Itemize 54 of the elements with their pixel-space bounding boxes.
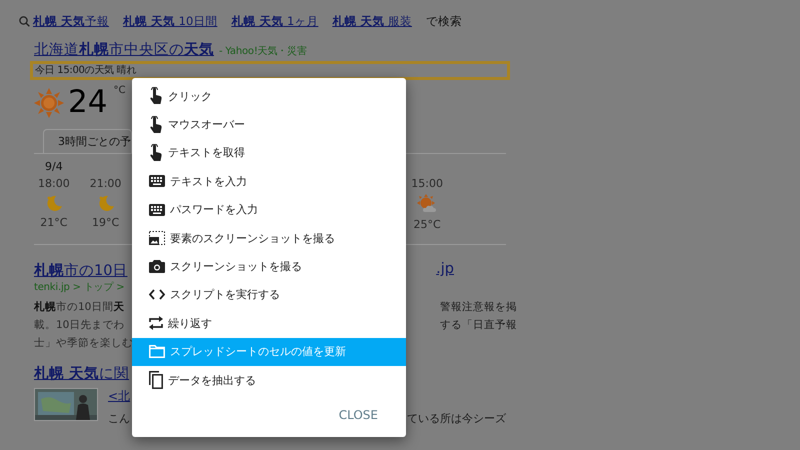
pointer-hand-icon bbox=[149, 144, 163, 162]
folder-icon bbox=[149, 345, 165, 358]
snippet-text: こん bbox=[108, 411, 130, 426]
moon-icon bbox=[44, 194, 63, 212]
suggestion-link[interactable]: 札幌 天気 10日間 bbox=[123, 14, 218, 28]
forecast-time: 18:00 bbox=[38, 177, 70, 190]
result-source: - Yahoo!天気・災害 bbox=[219, 44, 307, 58]
menu-item[interactable]: テキストを入力 bbox=[132, 167, 406, 196]
forecast-time: 21:00 bbox=[90, 177, 122, 190]
snippet-text: する「日直予報 bbox=[440, 318, 517, 333]
snippet-text: 札幌市の10日間天 bbox=[34, 300, 126, 315]
forecast-time: 15:00 bbox=[411, 177, 443, 190]
sun-cloud-icon bbox=[417, 194, 438, 214]
snippet-text: 士」や季節を楽しむ bbox=[34, 336, 133, 351]
snippet-text: 載。10日先までわ bbox=[34, 318, 126, 333]
temperature: 24 bbox=[68, 85, 108, 119]
keyboard-icon bbox=[149, 204, 165, 216]
search-suffix: で検索 bbox=[426, 14, 462, 28]
screenshot-frame-icon bbox=[149, 231, 165, 246]
weather-summary: 今日 15:00の天気 晴れ bbox=[35, 65, 136, 76]
keyboard-icon bbox=[149, 175, 165, 188]
menu-item[interactable]: クリック bbox=[132, 82, 406, 110]
forecast-temperature: 21°C bbox=[40, 216, 68, 229]
forecast-date: 9/4 bbox=[45, 160, 63, 173]
moon-icon bbox=[96, 194, 115, 212]
close-button[interactable]: CLOSE bbox=[330, 402, 386, 428]
snippet-text: 警報注意報を掲 bbox=[440, 300, 517, 315]
result-breadcrumb: tenki.jp > トップ > bbox=[34, 280, 124, 294]
code-icon bbox=[149, 289, 165, 300]
pointer-hand-icon bbox=[149, 87, 163, 106]
forecast-tab[interactable]: 3時間ごとの予 bbox=[43, 129, 132, 153]
menu-item[interactable]: マウスオーバー bbox=[132, 110, 406, 139]
copy-icon bbox=[149, 371, 163, 390]
menu-item[interactable]: スクリーンショットを撮る bbox=[132, 252, 406, 281]
menu-item[interactable]: 要素のスクリーンショットを撮る bbox=[132, 224, 406, 252]
camera-icon bbox=[149, 260, 165, 274]
menu-item[interactable]: スクリプトを実行する bbox=[132, 280, 406, 310]
snippet-text: ている所は今シーズ bbox=[407, 411, 506, 426]
pointer-hand-icon bbox=[149, 116, 163, 134]
repeat-icon bbox=[149, 315, 163, 332]
temperature-unit: °C bbox=[113, 85, 126, 96]
menu-item[interactable]: パスワードを入力 bbox=[132, 196, 406, 224]
menu-item[interactable]: データを抽出する bbox=[132, 366, 406, 394]
menu-item[interactable]: 繰り返す bbox=[132, 309, 406, 338]
sun-icon bbox=[34, 88, 64, 118]
suggestion-link[interactable]: 札幌 天気予報 bbox=[33, 14, 110, 28]
menu-item[interactable]: スプレッドシートのセルの値を更新 bbox=[132, 338, 406, 366]
result-title-link[interactable]: .jp bbox=[436, 261, 454, 280]
menu-item[interactable]: テキストを取得 bbox=[132, 138, 406, 168]
search-icon bbox=[19, 16, 30, 26]
suggestion-link[interactable]: 札幌 天気 1ヶ月 bbox=[231, 14, 318, 28]
forecast-temperature: 25°C bbox=[414, 218, 441, 231]
suggestion-link[interactable]: 札幌 天気 服装 bbox=[332, 14, 412, 28]
forecast-temperature: 19°C bbox=[92, 216, 120, 229]
